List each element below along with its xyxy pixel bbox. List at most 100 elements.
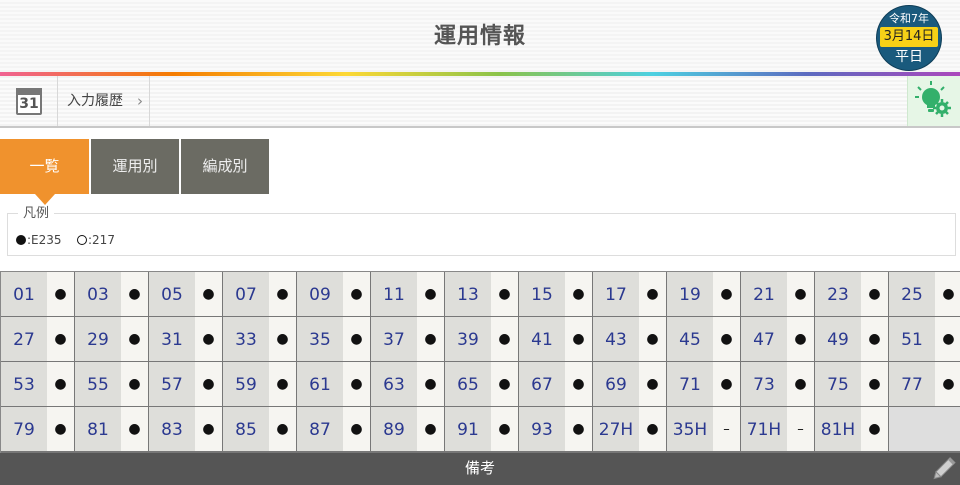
run-cell[interactable]: 71H – [741,407,814,451]
run-number: 45 [667,317,713,361]
run-cell[interactable]: 91 ● [445,407,518,451]
run-cell[interactable]: 33 ● [223,317,296,361]
run-cell[interactable]: 75 ● [815,362,888,406]
run-cell[interactable]: 43 ● [593,317,666,361]
tab-by-formation[interactable]: 編成別 [181,139,269,194]
idea-settings-button[interactable] [907,76,960,126]
run-status-mark: ● [787,362,814,406]
run-status-mark: ● [343,407,370,451]
run-cell[interactable]: 51 ● [889,317,960,361]
run-number: 35H [667,407,713,451]
run-cell[interactable]: 21 ● [741,272,814,316]
run-cell[interactable]: 35 ● [297,317,370,361]
run-cell[interactable]: 83 ● [149,407,222,451]
run-status-mark: ● [935,317,960,361]
run-cell[interactable]: 25 ● [889,272,960,316]
run-cell[interactable]: 19 ● [667,272,740,316]
run-number: 71 [667,362,713,406]
run-cell[interactable]: 93 ● [519,407,592,451]
run-number: 05 [149,272,195,316]
run-cell[interactable]: 69 ● [593,362,666,406]
notes-label: 備考 [464,459,495,477]
run-status-mark: – [713,407,740,451]
run-cell[interactable]: 47 ● [741,317,814,361]
run-cell[interactable]: 59 ● [223,362,296,406]
run-cell[interactable]: 63 ● [371,362,444,406]
run-status-mark: ● [861,362,888,406]
run-status-mark: ● [417,362,444,406]
run-number: 27H [593,407,639,451]
input-history-label: 入力履歴 [67,93,123,109]
run-cell[interactable]: 85 ● [223,407,296,451]
edit-notes-button[interactable] [927,453,960,485]
run-cell[interactable]: 31 ● [149,317,222,361]
run-cell[interactable]: 15 ● [519,272,592,316]
tab-by-run[interactable]: 運用別 [91,139,179,194]
run-cell[interactable]: 01 ● [1,272,74,316]
run-cell[interactable]: 71 ● [667,362,740,406]
run-cell[interactable]: 89 ● [371,407,444,451]
run-cell[interactable]: 81 ● [75,407,148,451]
calendar-button[interactable]: 31 [0,76,58,126]
run-status-mark: ● [121,407,148,451]
run-cell[interactable]: 45 ● [667,317,740,361]
input-history-button[interactable]: 入力履歴 › [59,76,150,126]
legend-e235-label: :E235 [27,233,62,247]
run-cell[interactable]: 53 ● [1,362,74,406]
run-cell[interactable]: 87 ● [297,407,370,451]
run-number: 57 [149,362,195,406]
run-cell[interactable]: 55 ● [75,362,148,406]
legend-item-217: :217 [77,233,115,247]
run-status-mark: ● [195,272,222,316]
date-day: 3月14日 [880,27,938,47]
run-cell[interactable]: 41 ● [519,317,592,361]
run-status-mark: ● [935,272,960,316]
run-status-mark: ● [787,317,814,361]
tab-all[interactable]: 一覧 [0,139,89,205]
run-cell[interactable]: 07 ● [223,272,296,316]
run-status-mark: ● [639,317,666,361]
run-status-mark: ● [417,317,444,361]
run-number: 35 [297,317,343,361]
run-cell[interactable]: 09 ● [297,272,370,316]
run-cell[interactable]: 37 ● [371,317,444,361]
run-cell[interactable]: 81H ● [815,407,888,451]
run-status-mark: ● [639,362,666,406]
run-cell[interactable]: 27 ● [1,317,74,361]
run-cell[interactable]: 17 ● [593,272,666,316]
notes-bar[interactable]: 備考 [0,453,960,485]
run-cell[interactable]: 77 ● [889,362,960,406]
run-cell[interactable]: 29 ● [75,317,148,361]
run-cell[interactable]: 61 ● [297,362,370,406]
run-number: 01 [1,272,47,316]
run-cell[interactable]: 73 ● [741,362,814,406]
run-status-mark: ● [195,362,222,406]
run-cell[interactable]: 27H ● [593,407,666,451]
run-status-mark: ● [861,407,888,451]
run-number: 73 [741,362,787,406]
run-status-mark: ● [565,407,592,451]
run-cell[interactable]: 23 ● [815,272,888,316]
run-cell[interactable]: 79 ● [1,407,74,451]
run-cell[interactable]: 35H – [667,407,740,451]
run-number: 89 [371,407,417,451]
run-cell[interactable]: 05 ● [149,272,222,316]
run-cell[interactable]: 65 ● [445,362,518,406]
run-cell[interactable]: 03 ● [75,272,148,316]
run-status-mark: ● [491,272,518,316]
run-cell[interactable]: 57 ● [149,362,222,406]
run-cell[interactable]: 49 ● [815,317,888,361]
date-badge[interactable]: 令和7年 3月14日 平日 [877,6,941,70]
run-number: 79 [1,407,47,451]
run-cell[interactable]: 11 ● [371,272,444,316]
run-cell[interactable]: 13 ● [445,272,518,316]
run-grid: 01 ● 03 ● 05 ● 07 ● 09 ● 11 ● 13 ● 15 ● 17 ● 19 ● 21 ● 23 ● 25 ● 2… [0,271,960,453]
run-number: 33 [223,317,269,361]
run-status-mark: ● [639,272,666,316]
run-number: 21 [741,272,787,316]
run-number: 39 [445,317,491,361]
run-cell[interactable]: 67 ● [519,362,592,406]
app-header: 運用情報 令和7年 3月14日 平日 [0,0,960,72]
run-number: 55 [75,362,121,406]
run-cell[interactable]: 39 ● [445,317,518,361]
